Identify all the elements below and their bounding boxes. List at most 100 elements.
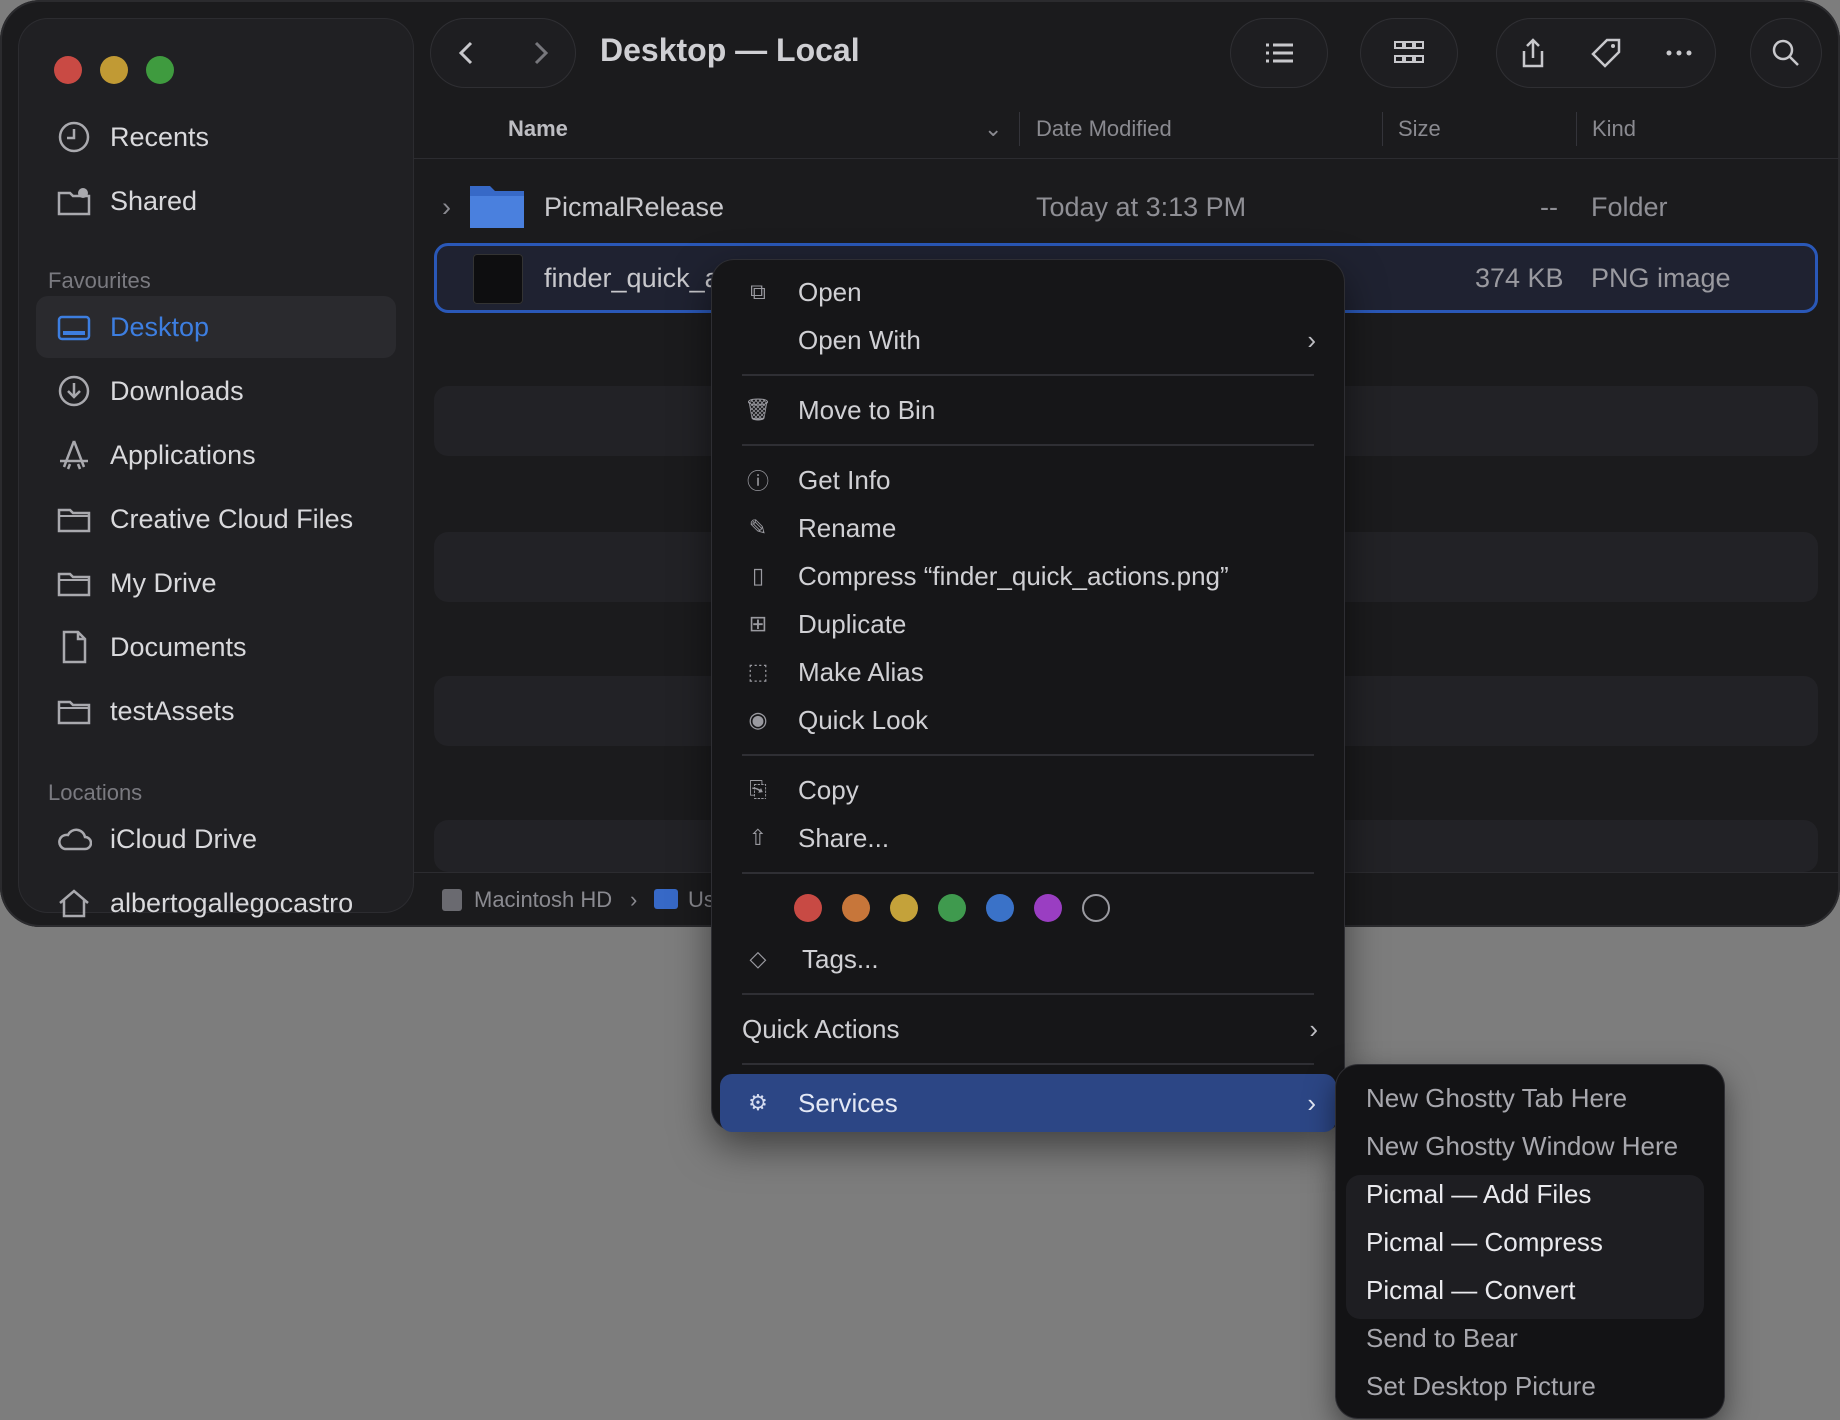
back-icon[interactable]: [450, 36, 484, 70]
sidebar-item-creative-cloud-files[interactable]: Creative Cloud Files: [36, 488, 396, 550]
service-picmal-add-files[interactable]: Picmal — Add Files: [1366, 1179, 1591, 1210]
column-header: Name ⌄ Date Modified Size Kind: [414, 100, 1840, 159]
menu-item-share[interactable]: ⇧ Share...: [740, 814, 1316, 862]
navigation-buttons: [430, 18, 576, 88]
pencil-icon: ✎: [748, 515, 768, 540]
tag-green-button[interactable]: [938, 894, 966, 922]
menu-item-get-info[interactable]: ⓘ Get Info: [740, 456, 1316, 504]
more-icon[interactable]: [1662, 36, 1696, 70]
copy-icon: ⎘: [749, 777, 767, 802]
menu-item-quick-actions[interactable]: Quick Actions ›: [742, 1005, 1318, 1053]
service-new-ghostty-tab[interactable]: New Ghostty Tab Here: [1366, 1083, 1627, 1114]
sidebar-item-label: testAssets: [110, 695, 235, 726]
image-thumbnail: [473, 254, 523, 304]
tag-purple-button[interactable]: [1034, 894, 1062, 922]
menu-item-open[interactable]: ⧉ Open: [740, 268, 1316, 316]
path-disk[interactable]: Macintosh HD: [474, 887, 612, 913]
menu-item-label: Services: [798, 1087, 898, 1118]
minimize-window-button[interactable]: [100, 56, 128, 84]
menu-item-copy[interactable]: ⎘ Copy: [740, 766, 1316, 814]
sidebar-item-label: Desktop: [110, 311, 210, 342]
cloud-icon: [58, 828, 92, 851]
sidebar-item-my-drive[interactable]: My Drive: [36, 552, 396, 614]
column-size[interactable]: Size: [1398, 116, 1441, 142]
menu-item-compress[interactable]: ▯ Compress “finder_quick_actions.png”: [740, 552, 1316, 600]
file-name: finder_quick_a: [544, 263, 720, 293]
menu-item-open-with[interactable]: Open With ›: [740, 316, 1316, 364]
file-size: 374 KB: [1475, 263, 1564, 293]
shared-folder-icon: [57, 188, 91, 216]
tag-blue-button[interactable]: [986, 894, 1014, 922]
document-icon: [62, 630, 87, 664]
share-icon[interactable]: [1516, 36, 1550, 70]
toolbar: Desktop — Local: [430, 18, 1840, 88]
gears-icon: ⚙: [748, 1090, 768, 1115]
menu-item-quick-look[interactable]: ◉ Quick Look: [740, 696, 1316, 744]
sidebar-item-label: iCloud Drive: [110, 823, 258, 854]
menu-item-tags[interactable]: ◇ Tags...: [740, 935, 1316, 983]
group-button[interactable]: [1360, 18, 1458, 88]
sidebar-item-desktop[interactable]: Desktop: [36, 296, 396, 358]
close-window-button[interactable]: [54, 56, 82, 84]
home-icon: [59, 889, 89, 918]
menu-item-label: Compress “finder_quick_actions.png”: [798, 560, 1229, 591]
column-kind[interactable]: Kind: [1592, 116, 1636, 142]
search-button[interactable]: [1750, 18, 1822, 88]
view-mode-button[interactable]: [1230, 18, 1328, 88]
trash-icon: 🗑: [744, 397, 772, 422]
service-new-ghostty-window[interactable]: New Ghostty Window Here: [1366, 1131, 1678, 1162]
menu-item-move-to-bin[interactable]: 🗑 Move to Bin: [740, 386, 1316, 434]
tag-gray-button[interactable]: [1082, 894, 1110, 922]
tag-icon[interactable]: [1589, 36, 1623, 70]
zoom-window-button[interactable]: [146, 56, 174, 84]
download-icon: [58, 375, 90, 407]
service-picmal-compress[interactable]: Picmal — Compress: [1366, 1227, 1603, 1258]
sidebar-item-applications[interactable]: Applications: [36, 424, 396, 486]
chevron-right-icon: ›: [1307, 1087, 1316, 1118]
file-name: PicmalRelease: [544, 192, 725, 222]
path-users[interactable]: Us: [688, 887, 715, 913]
info-icon: ⓘ: [746, 469, 769, 494]
sidebar-item-testassets[interactable]: testAssets: [36, 680, 396, 742]
tag-icon: ◇: [749, 946, 767, 971]
sidebar-item-recents[interactable]: Recents: [36, 106, 396, 168]
tag-orange-button[interactable]: [842, 894, 870, 922]
forward-icon[interactable]: [523, 36, 557, 70]
column-name[interactable]: Name: [508, 116, 568, 142]
sidebar-item-label: albertogallegocastro: [110, 887, 354, 918]
folder-icon: [470, 186, 524, 228]
tag-yellow-button[interactable]: [890, 894, 918, 922]
menu-item-make-alias[interactable]: ⬚ Make Alias: [740, 648, 1316, 696]
service-set-desktop-picture[interactable]: Set Desktop Picture: [1366, 1371, 1596, 1402]
sidebar-item-label: Documents: [110, 631, 247, 662]
menu-item-label: Make Alias: [798, 656, 924, 687]
service-picmal-convert[interactable]: Picmal — Convert: [1366, 1275, 1576, 1306]
archive-icon: ▯: [751, 563, 765, 588]
folder-icon: [57, 700, 91, 725]
sidebar-item-icloud-drive[interactable]: iCloud Drive: [36, 808, 396, 870]
grid-view-icon: [1394, 41, 1424, 63]
sidebar-item-documents[interactable]: Documents: [36, 616, 396, 678]
desktop-icon: [57, 315, 91, 341]
locations-heading: Locations: [48, 780, 143, 805]
menu-item-label: Move to Bin: [798, 394, 936, 425]
sidebar-item-shared[interactable]: Shared: [36, 170, 396, 232]
chevron-down-icon: ⌄: [984, 116, 1003, 141]
alias-icon: ⬚: [747, 659, 769, 684]
menu-item-label: Copy: [798, 774, 859, 805]
actions-pill: [1496, 18, 1716, 88]
menu-item-services[interactable]: ⚙ Services ›: [720, 1074, 1336, 1132]
tag-red-button[interactable]: [794, 894, 822, 922]
menu-item-rename[interactable]: ✎ Rename: [740, 504, 1316, 552]
table-row[interactable]: › PicmalRelease Today at 3:13 PM -- Fold…: [434, 172, 1818, 242]
chevron-right-icon: ›: [1307, 324, 1316, 355]
duplicate-icon: ⊞: [748, 611, 768, 636]
eye-icon: ◉: [748, 707, 768, 732]
column-date-modified[interactable]: Date Modified: [1036, 116, 1172, 142]
sidebar-item-home[interactable]: albertogallegocastro: [36, 872, 396, 927]
chevron-right-icon: ›: [1309, 1013, 1318, 1044]
disclosure-chevron-icon[interactable]: ›: [442, 192, 451, 223]
menu-item-duplicate[interactable]: ⊞ Duplicate: [740, 600, 1316, 648]
service-send-to-bear[interactable]: Send to Bear: [1366, 1323, 1518, 1354]
sidebar-item-downloads[interactable]: Downloads: [36, 360, 396, 422]
